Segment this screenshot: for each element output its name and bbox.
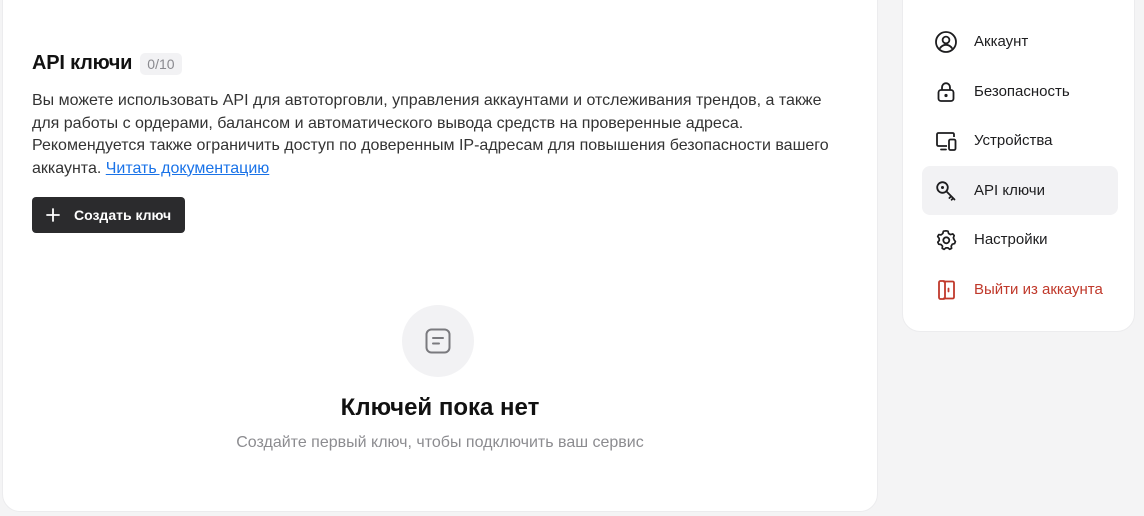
- create-key-button[interactable]: Создать ключ: [32, 197, 186, 233]
- sidebar-item-logout[interactable]: Выйти из аккаунта: [922, 265, 1118, 314]
- page-header: API ключи 0/10: [32, 52, 182, 75]
- sidebar-item-account[interactable]: Аккаунт: [922, 17, 1118, 66]
- page-title: API ключи: [32, 52, 133, 74]
- lock-icon: [937, 81, 955, 102]
- empty-state-title: Ключей пока нет: [340, 394, 540, 421]
- plus-icon: [46, 208, 60, 222]
- sidebar-item-label: Аккаунт: [974, 33, 1029, 50]
- gear-icon: [936, 229, 957, 250]
- sidebar-item-label: Настройки: [974, 231, 1048, 248]
- sidebar-item-label: Выйти из аккаунта: [974, 281, 1103, 298]
- sidebar-item-label: API ключи: [974, 182, 1045, 199]
- keys-count-badge: 0/10: [140, 52, 182, 75]
- devices-icon: [936, 131, 957, 151]
- sidebar-item-security[interactable]: Безопасность: [922, 67, 1118, 116]
- empty-state-subtitle: Создайте первый ключ, чтобы подключить в…: [236, 434, 644, 451]
- user-circle-icon: [935, 30, 957, 53]
- logout-icon: [938, 279, 955, 300]
- create-key-button-label: Создать ключ: [74, 207, 172, 223]
- sidebar-item-devices[interactable]: Устройства: [922, 116, 1118, 165]
- empty-state-icon-circle: [402, 305, 474, 377]
- sidebar-item-label: Устройства: [974, 132, 1053, 149]
- sidebar-item-settings[interactable]: Настройки: [922, 215, 1118, 264]
- read-documentation-link[interactable]: Читать документацию: [106, 160, 270, 177]
- document-icon: [425, 328, 451, 354]
- key-icon: [936, 180, 956, 201]
- settings-sidebar: Аккаунт Безопасность Устройства API ключ…: [902, 0, 1135, 332]
- sidebar-item-label: Безопасность: [974, 83, 1070, 100]
- sidebar-item-api-keys[interactable]: API ключи: [922, 166, 1118, 215]
- api-description: Вы можете использовать API для автоторго…: [32, 90, 844, 180]
